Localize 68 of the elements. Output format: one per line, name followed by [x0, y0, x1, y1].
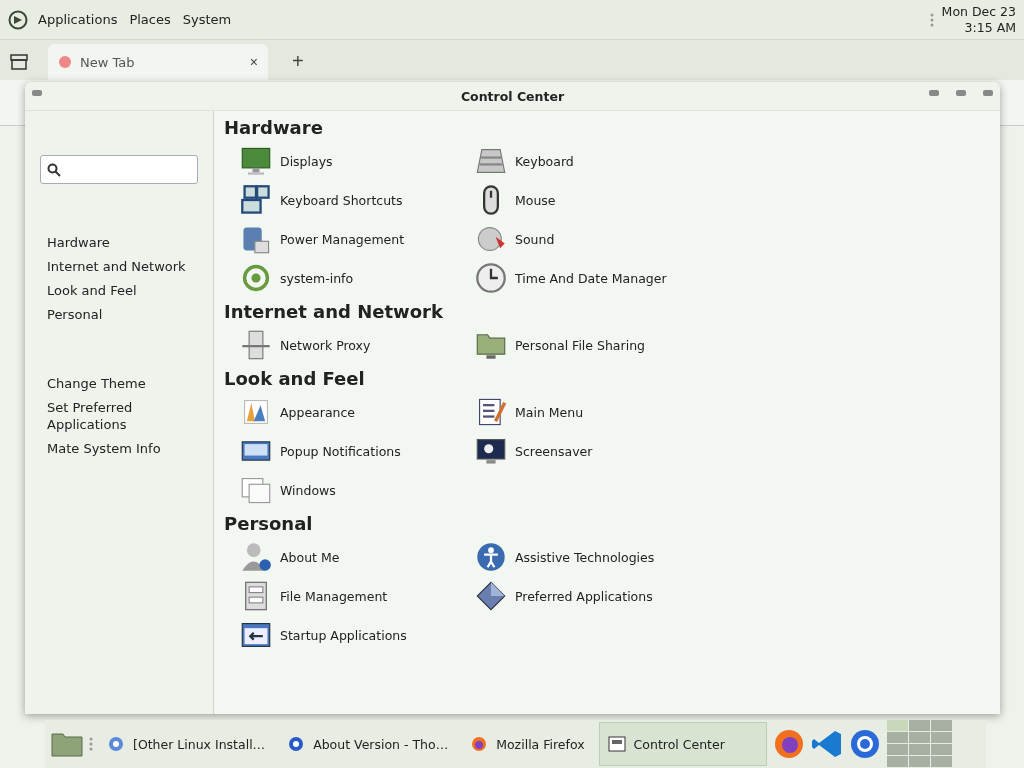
handle-icon — [929, 11, 934, 28]
control-panel-icon — [607, 736, 626, 752]
applet-label[interactable]: Sound — [515, 231, 555, 247]
task-link[interactable]: Mate System Info — [47, 440, 187, 457]
section-heading: Internet and Network — [224, 301, 444, 322]
window-menu-icon[interactable] — [31, 88, 43, 98]
code-editor-icon[interactable] — [810, 728, 843, 760]
diamond-icon — [475, 580, 507, 612]
taskbar-button[interactable]: Mozilla Firefox — [462, 722, 593, 766]
applet-label[interactable]: Assistive Technologies — [515, 549, 655, 565]
clock-time[interactable]: 3:15 AM — [964, 19, 1016, 36]
applet-label[interactable]: Keyboard — [515, 153, 574, 169]
section-heading: Personal — [224, 513, 314, 534]
taskbar-button[interactable]: Control Center — [598, 722, 767, 766]
category-link[interactable]: Look and Feel — [47, 282, 187, 299]
applet-label[interactable]: Network Proxy — [280, 337, 371, 353]
browser-tab[interactable]: New Tab × — [48, 44, 268, 80]
applet-label[interactable]: Windows — [280, 482, 336, 498]
browser-icon — [287, 735, 306, 753]
category-link[interactable]: Internet and Network — [47, 258, 187, 275]
browser-icon[interactable] — [848, 728, 881, 760]
applet-label[interactable]: system-info — [280, 270, 354, 286]
applet-label[interactable]: Time And Date Manager — [515, 270, 667, 286]
task-link[interactable]: Change Theme — [47, 375, 187, 392]
handle-icon — [89, 736, 93, 752]
applet-label[interactable]: Preferred Applications — [515, 588, 653, 604]
applet-label[interactable]: Personal File Sharing — [515, 337, 645, 353]
keys-icon — [240, 184, 272, 216]
browser-icon — [107, 735, 125, 753]
applet-label[interactable]: Popup Notifications — [280, 443, 401, 459]
tab-list-icon[interactable] — [10, 54, 28, 70]
applet-label[interactable]: Appearance — [280, 404, 356, 420]
clock-date[interactable]: Mon Dec 23 — [941, 3, 1016, 20]
panel-menu[interactable]: Places — [127, 10, 173, 29]
applet-label[interactable]: Main Menu — [515, 404, 584, 420]
taskbar-button[interactable]: [Other Linux Install… — [99, 722, 274, 766]
applet-label[interactable]: Keyboard Shortcuts — [280, 192, 403, 208]
applet-label[interactable]: File Management — [280, 588, 388, 604]
monitor-icon — [240, 145, 272, 177]
window-title: Control Center — [460, 88, 565, 104]
applet-label[interactable]: About Me — [280, 549, 340, 565]
category-link[interactable]: Personal — [47, 306, 187, 323]
search-icon — [47, 162, 61, 177]
window-control-icon[interactable] — [955, 88, 967, 98]
applet-label[interactable]: Power Management — [280, 231, 405, 247]
accessibility-icon — [475, 541, 507, 573]
search-field[interactable] — [40, 155, 198, 184]
folder-icon[interactable] — [51, 731, 83, 757]
window-control-icon[interactable] — [982, 88, 994, 98]
section-heading: Hardware — [224, 117, 324, 138]
tab-label: New Tab — [80, 54, 135, 70]
applet-label[interactable]: Screensaver — [515, 443, 593, 459]
person-icon — [240, 541, 272, 573]
taskbar-button[interactable]: About Version - Tho… — [279, 722, 457, 766]
category-link[interactable]: Hardware — [47, 234, 187, 251]
clock-icon — [475, 262, 507, 294]
applet-label[interactable]: Displays — [280, 153, 333, 169]
panel-menu[interactable]: System — [180, 10, 234, 29]
new-tab-button[interactable]: + — [286, 49, 310, 74]
task-link[interactable]: Set Preferred Applications — [47, 399, 187, 433]
applet-label[interactable]: Mouse — [515, 192, 556, 208]
panel-menu[interactable]: Applications — [36, 10, 120, 29]
window-control-icon[interactable] — [928, 88, 940, 98]
section-heading: Look and Feel — [224, 368, 366, 389]
applet-label[interactable]: Startup Applications — [280, 627, 407, 643]
close-button[interactable]: × — [249, 54, 258, 70]
logo-icon[interactable] — [8, 9, 28, 30]
workspace-switcher-icon[interactable] — [886, 720, 953, 768]
